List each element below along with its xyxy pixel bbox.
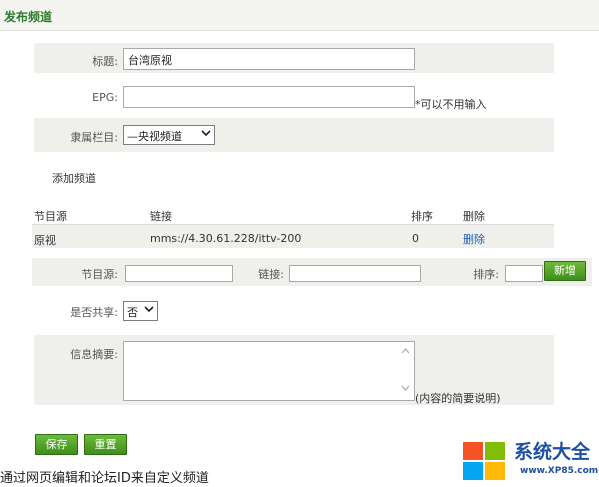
header-link: 链接 [150,210,172,223]
header-source: 节目源 [34,210,67,223]
epg-hint: *可以不用输入 [415,98,487,111]
row-order: 0 [412,232,419,245]
category-label: 隶属栏目: [70,131,118,144]
new-link-input[interactable] [289,265,421,282]
chevron-down-icon [144,304,154,317]
header-order: 排序 [411,210,433,223]
new-link-label: 链接: [258,268,284,281]
add-channel-title: 添加频道 [52,172,96,185]
title-input[interactable]: 台湾原视 [123,48,415,70]
new-order-input[interactable] [505,265,543,282]
reset-button[interactable]: 重置 [84,434,127,455]
category-select[interactable]: —央视频道 [123,125,215,145]
watermark-name: 系统大全 [514,441,591,463]
category-select-value: —央视频道 [127,130,182,143]
watermark-url: www.XP85.com [520,466,599,476]
epg-input[interactable] [123,86,415,108]
header-delete: 删除 [463,210,485,223]
new-source-input[interactable] [125,265,233,282]
summary-hint: (内容的简要说明) [415,392,501,405]
share-select-value: 否 [127,306,138,319]
summary-textarea[interactable] [123,341,415,401]
caption-text: 通过网页编辑和论坛ID来自定义频道 [0,471,209,486]
scroll-down-icon[interactable] [401,383,410,394]
page-header [0,0,599,31]
title-label: 标题: [92,55,118,68]
scroll-up-icon[interactable] [401,346,410,357]
chevron-down-icon [201,128,211,141]
share-select[interactable]: 否 [123,301,158,321]
summary-label: 信息摘要: [70,348,118,361]
row-link: mms://4.30.61.228/ittv-200 [150,232,302,245]
windows-logo-icon [460,440,520,484]
add-channel-button[interactable]: 新增 [544,261,586,281]
new-source-label: 节目源: [81,268,118,281]
row-delete-link[interactable]: 删除 [463,231,485,247]
share-label: 是否共享: [70,306,118,319]
epg-label: EPG: [92,91,118,104]
new-order-label: 排序: [473,268,499,281]
save-button[interactable]: 保存 [35,434,78,455]
row-source: 原视 [34,234,56,247]
page-title: 发布频道 [4,10,53,24]
